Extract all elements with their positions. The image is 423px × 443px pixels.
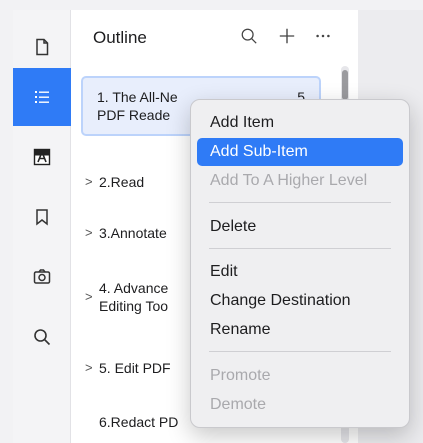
rail-bookmark-button[interactable] bbox=[13, 188, 71, 246]
outline-item-label: 1. The All-Ne bbox=[97, 89, 178, 105]
menu-item-change-destination[interactable]: Change Destination bbox=[197, 287, 403, 315]
menu-item-delete[interactable]: Delete bbox=[197, 213, 403, 241]
context-menu: Add Item Add Sub-Item Add To A Higher Le… bbox=[190, 99, 410, 428]
search-icon bbox=[34, 329, 51, 346]
menu-item-add-sub-item[interactable]: Add Sub-Item bbox=[197, 138, 403, 166]
rail-text-button[interactable] bbox=[13, 128, 71, 186]
chevron-right-icon[interactable]: > bbox=[85, 224, 93, 242]
add-outline-button[interactable] bbox=[275, 24, 299, 48]
outline-item-label: 4. Advance bbox=[99, 280, 169, 296]
search-icon bbox=[241, 28, 257, 44]
rail-outline-button[interactable] bbox=[13, 68, 71, 126]
outline-item-label-line2: PDF Reade bbox=[97, 107, 171, 123]
chevron-right-icon[interactable]: > bbox=[85, 359, 93, 377]
outline-icon bbox=[35, 91, 49, 103]
text-icon bbox=[33, 148, 51, 166]
rail-screenshot-button[interactable] bbox=[13, 248, 71, 306]
page-icon bbox=[36, 38, 49, 56]
scrollbar-thumb[interactable] bbox=[342, 70, 348, 100]
app-window: Outline 1. The All-Ne PDF Reade 5 > 2.Re… bbox=[0, 0, 423, 443]
menu-item-promote: Promote bbox=[210, 367, 271, 384]
more-icon bbox=[316, 34, 330, 38]
menu-item-edit[interactable]: Edit bbox=[197, 258, 403, 286]
panel-title: Outline bbox=[93, 28, 147, 47]
outline-item-label: 3.Annotate bbox=[99, 225, 167, 241]
chevron-right-icon[interactable]: > bbox=[85, 173, 93, 191]
outline-item-label-line2: Editing Too bbox=[99, 298, 169, 314]
plus-icon bbox=[279, 28, 295, 44]
menu-item-add-to-higher-level: Add To A Higher Level bbox=[210, 172, 368, 189]
menu-separator bbox=[209, 248, 391, 249]
outline-search-button[interactable] bbox=[237, 24, 261, 48]
chevron-right-icon[interactable]: > bbox=[85, 288, 93, 306]
sidebar-rail bbox=[13, 10, 71, 443]
menu-item-add-item[interactable]: Add Item bbox=[197, 109, 403, 137]
more-options-button[interactable] bbox=[311, 24, 335, 48]
menu-item-rename[interactable]: Rename bbox=[197, 316, 403, 344]
menu-item-demote: Demote bbox=[210, 396, 267, 413]
outline-item-label: 6.Redact PD bbox=[99, 414, 179, 430]
bookmark-icon bbox=[36, 209, 48, 226]
menu-separator bbox=[209, 202, 391, 203]
outline-item-label: 2.Read bbox=[99, 174, 145, 190]
screenshot-icon bbox=[33, 269, 51, 284]
menu-separator bbox=[209, 351, 391, 352]
rail-search-button[interactable] bbox=[13, 308, 71, 366]
outline-item-label: 5. Edit PDF bbox=[99, 360, 171, 376]
